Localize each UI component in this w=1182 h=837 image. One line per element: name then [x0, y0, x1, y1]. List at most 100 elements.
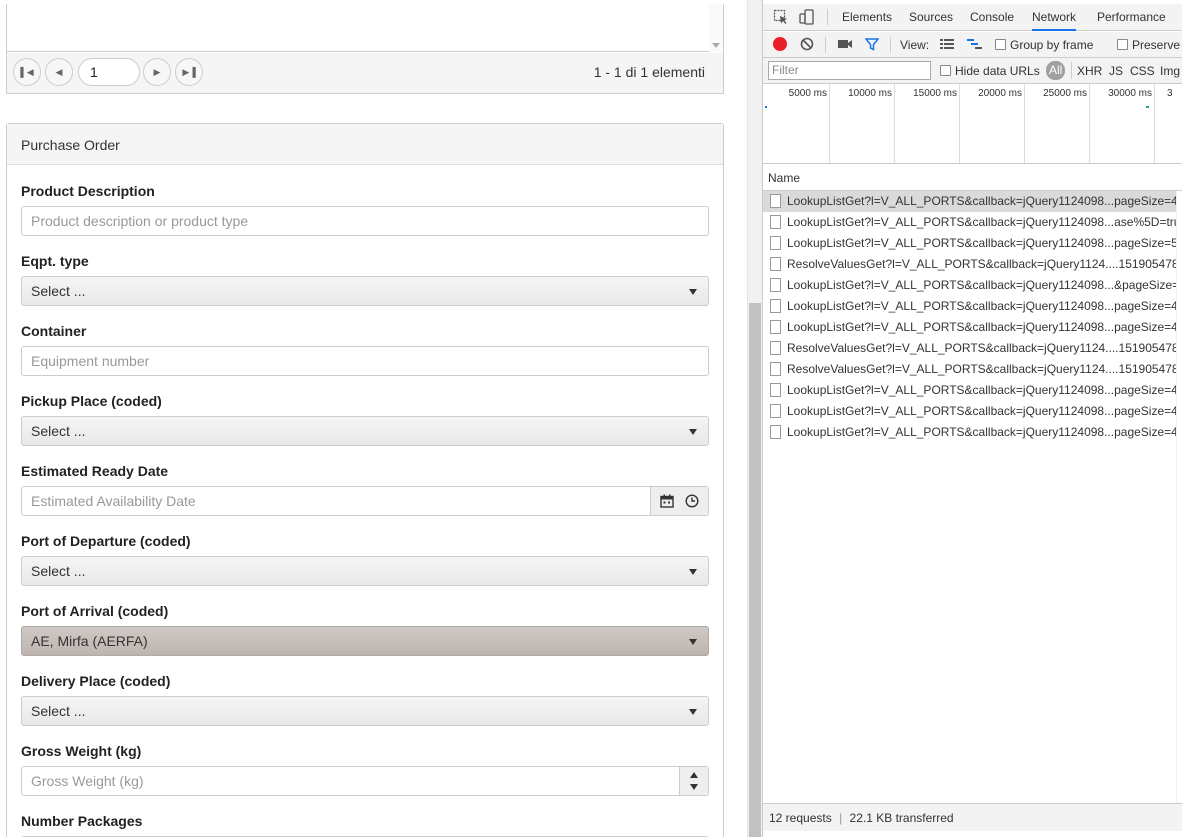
- caret-up-icon[interactable]: [690, 772, 698, 778]
- divider: [827, 9, 828, 25]
- page-content: ▌◀ ◀ 1 ▶ ▶▐ 1 - 1 di 1 elementi Purchase…: [0, 0, 747, 837]
- preserve-log-label: Preserve: [1132, 38, 1181, 52]
- checkbox-icon: [1117, 39, 1128, 50]
- divider: [890, 37, 891, 53]
- filter-type-css[interactable]: CSS: [1130, 64, 1155, 78]
- filter-type-xhr[interactable]: XHR: [1077, 64, 1102, 78]
- devtools-panel: Elements Sources Console Network Perform…: [762, 0, 1182, 837]
- port-of-arrival-select[interactable]: AE, Mirfa (AERFA): [21, 626, 709, 656]
- date-picker-buttons: [650, 487, 708, 515]
- transferred-size: 22.1 KB transferred: [849, 811, 954, 825]
- delivery-place-value: Select ...: [31, 703, 86, 719]
- hide-data-urls-label: Hide data URLs: [955, 64, 1040, 78]
- product-description-input[interactable]: Product description or product type: [21, 206, 709, 236]
- tab-sources[interactable]: Sources: [909, 10, 953, 24]
- file-icon: [770, 278, 781, 292]
- record-icon[interactable]: [773, 37, 787, 51]
- device-toolbar-icon[interactable]: [799, 9, 815, 25]
- file-icon: [770, 341, 781, 355]
- file-icon: [770, 425, 781, 439]
- request-row[interactable]: ResolveValuesGet?l=V_ALL_PORTS&callback=…: [763, 359, 1177, 380]
- request-row[interactable]: ResolveValuesGet?l=V_ALL_PORTS&callback=…: [763, 254, 1177, 275]
- request-row[interactable]: LookupListGet?l=V_ALL_PORTS&callback=jQu…: [763, 212, 1177, 233]
- request-row[interactable]: ResolveValuesGet?l=V_ALL_PORTS&callback=…: [763, 338, 1177, 359]
- request-row[interactable]: LookupListGet?l=V_ALL_PORTS&callback=jQu…: [763, 296, 1177, 317]
- grid-scrollbar[interactable]: [709, 4, 723, 52]
- container-input[interactable]: Equipment number: [21, 346, 709, 376]
- estimated-ready-date-placeholder: Estimated Availability Date: [31, 493, 196, 509]
- pickup-place-label: Pickup Place (coded): [21, 393, 162, 409]
- devtools-tabbar: Elements Sources Console Network Perform…: [763, 4, 1182, 31]
- delivery-place-select[interactable]: Select ...: [21, 696, 709, 726]
- timeline-gridline: [959, 84, 960, 163]
- request-row[interactable]: LookupListGet?l=V_ALL_PORTS&callback=jQu…: [763, 380, 1177, 401]
- request-row[interactable]: LookupListGet?l=V_ALL_PORTS&callback=jQu…: [763, 233, 1177, 254]
- clear-icon[interactable]: [800, 37, 814, 51]
- timeline-marker: [1146, 106, 1149, 108]
- caret-down-icon[interactable]: [690, 784, 698, 790]
- timeline-gridline: [1154, 84, 1155, 163]
- view-label: View:: [900, 38, 930, 52]
- request-row[interactable]: LookupListGet?l=V_ALL_PORTS&callback=jQu…: [763, 317, 1177, 338]
- filter-type-js[interactable]: JS: [1109, 64, 1123, 78]
- grid-panel: ▌◀ ◀ 1 ▶ ▶▐ 1 - 1 di 1 elementi: [6, 4, 724, 94]
- filter-input[interactable]: Filter: [768, 61, 931, 80]
- request-list-scrollbar[interactable]: [1176, 191, 1182, 803]
- timeline-gridline: [1089, 84, 1090, 163]
- page-number-input[interactable]: 1: [78, 58, 140, 86]
- clock-icon[interactable]: [685, 494, 699, 508]
- network-overview[interactable]: 5000 ms 10000 ms 15000 ms 20000 ms 25000…: [763, 84, 1182, 164]
- estimated-ready-date-input[interactable]: Estimated Availability Date: [21, 486, 709, 516]
- tab-performance[interactable]: Performance: [1097, 10, 1166, 24]
- scroll-down-icon: [712, 43, 720, 48]
- page-scrollbar[interactable]: [747, 0, 762, 837]
- divider: [825, 37, 826, 53]
- capture-screenshots-icon[interactable]: [837, 38, 853, 50]
- chevron-down-icon: [689, 429, 697, 435]
- file-icon: [770, 257, 781, 271]
- request-count: 12 requests: [769, 811, 832, 825]
- group-by-frame-checkbox[interactable]: Group by frame: [995, 38, 1093, 52]
- purchase-order-panel: Purchase Order Product Description Produ…: [6, 123, 724, 837]
- list-view-icon[interactable]: [940, 38, 954, 50]
- last-page-icon: ▶▐: [182, 66, 196, 77]
- preserve-log-checkbox[interactable]: Preserve: [1117, 38, 1180, 52]
- tab-console[interactable]: Console: [970, 10, 1014, 24]
- last-page-button[interactable]: ▶▐: [175, 58, 203, 86]
- filter-type-all[interactable]: All: [1046, 61, 1066, 80]
- page-scrollbar-thumb[interactable]: [749, 303, 761, 837]
- chevron-down-icon: [689, 639, 697, 645]
- request-row[interactable]: LookupListGet?l=V_ALL_PORTS&callback=jQu…: [763, 275, 1177, 296]
- request-row[interactable]: LookupListGet?l=V_ALL_PORTS&callback=jQu…: [763, 422, 1177, 443]
- file-icon: [770, 299, 781, 313]
- chevron-down-icon: [689, 289, 697, 295]
- checkbox-icon: [995, 39, 1006, 50]
- request-row[interactable]: LookupListGet?l=V_ALL_PORTS&callback=jQu…: [763, 191, 1177, 212]
- chevron-down-icon: [689, 709, 697, 715]
- request-row[interactable]: LookupListGet?l=V_ALL_PORTS&callback=jQu…: [763, 401, 1177, 422]
- tab-elements[interactable]: Elements: [842, 10, 892, 24]
- gross-weight-input[interactable]: Gross Weight (kg): [21, 766, 709, 796]
- first-page-button[interactable]: ▌◀: [13, 58, 41, 86]
- tab-network[interactable]: Network: [1032, 10, 1077, 31]
- next-page-button[interactable]: ▶: [143, 58, 171, 86]
- port-of-departure-select[interactable]: Select ...: [21, 556, 709, 586]
- prev-page-button[interactable]: ◀: [45, 58, 73, 86]
- waterfall-view-icon[interactable]: [967, 38, 983, 50]
- number-packages-label: Number Packages: [21, 813, 143, 829]
- inspect-element-icon[interactable]: [773, 9, 789, 25]
- column-header-name[interactable]: Name: [763, 164, 1182, 191]
- gross-weight-stepper[interactable]: [679, 767, 708, 795]
- file-icon: [770, 383, 781, 397]
- calendar-icon[interactable]: [660, 494, 674, 508]
- eqpt-type-label: Eqpt. type: [21, 253, 89, 269]
- hide-data-urls-checkbox[interactable]: Hide data URLs: [940, 64, 1040, 78]
- timeline-tick: 5000 ms: [788, 88, 827, 99]
- pickup-place-select[interactable]: Select ...: [21, 416, 709, 446]
- eqpt-type-value: Select ...: [31, 283, 86, 299]
- filter-icon[interactable]: [865, 37, 879, 51]
- filter-type-img[interactable]: Img: [1160, 64, 1180, 78]
- eqpt-type-select[interactable]: Select ...: [21, 276, 709, 306]
- next-page-icon: ▶: [153, 66, 161, 77]
- pager: ▌◀ ◀ 1 ▶ ▶▐ 1 - 1 di 1 elementi: [7, 53, 723, 93]
